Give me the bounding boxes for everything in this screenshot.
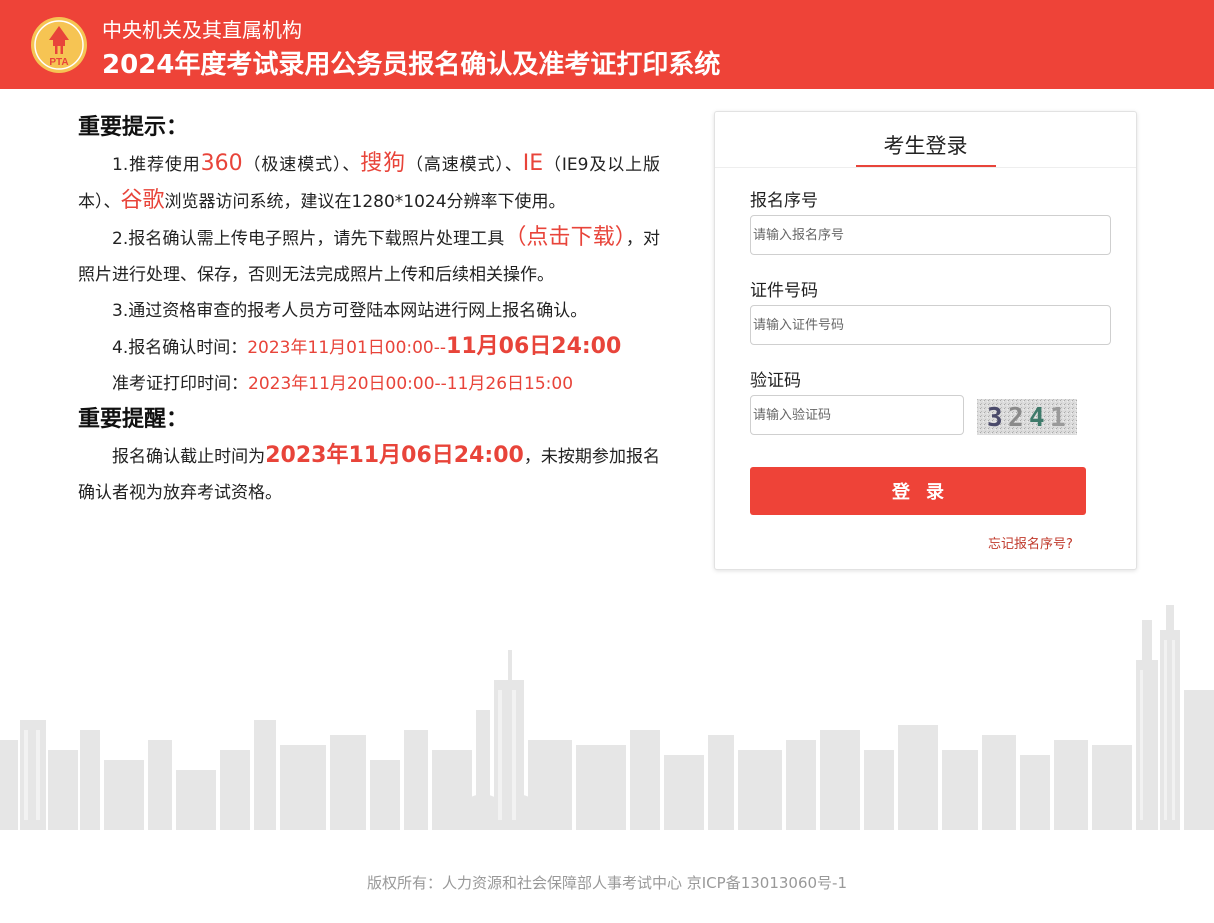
captcha-digit: 2 [1008,403,1024,433]
reg-number-label: 报名序号 [750,191,818,211]
notice-text: 浏览器访问系统，建议在1280*1024分辨率下使用。 [164,192,566,212]
notice-item-deadline: 报名确认截止时间为2023年11月06日24:00，未按期参加报名确认者视为放弃… [78,438,660,511]
svg-text:PTA: PTA [49,57,68,68]
confirm-time-start: 2023年11月01日00:00-- [247,338,447,358]
notice-item-photo: 2.报名确认需上传电子照片，请先下载照片处理工具（点击下载），对照片进行处理、保… [78,220,660,293]
notice-text: 准考证打印时间： [112,374,248,394]
notice-text: 1.推荐使用 [112,155,201,175]
pta-logo-icon: PTA [31,17,87,73]
notice-item-qualification: 3.通过资格审查的报考人员方可登陆本网站进行网上报名确认。 [112,301,588,321]
title-divider [715,167,1136,168]
notice-item-print-time: 准考证打印时间：2023年11月20日00:00--11月26日15:00 [78,366,660,402]
notice-text: （高速模式）、 [406,155,523,175]
id-number-input[interactable] [750,305,1111,345]
city-skyline-illustration [0,605,1214,830]
browser-ie: IE [522,151,544,176]
notice-heading-tips: 重要提示： [78,115,189,140]
deadline-time: 2023年11月06日24:00 [265,443,524,468]
captcha-digit: 4 [1029,403,1045,433]
captcha-digit: 1 [1050,403,1066,433]
notice-text: 2.报名确认需上传电子照片，请先下载照片处理工具 [112,229,505,249]
login-title: 考生登录 [883,134,968,158]
notice-heading-reminder: 重要提醒： [78,407,189,432]
download-tool-link[interactable]: （点击下载） [504,225,626,250]
title-underline [856,165,996,167]
confirm-time-end: 11月06日24:00 [446,334,622,359]
notice-text: （极速模式）、 [242,155,361,175]
captcha-digit: 3 [987,403,1003,433]
header-system-title: 2024年度考试录用公务员报名确认及准考证打印系统 [102,50,721,80]
notice-item-confirm-time: 4.报名确认时间：2023年11月01日00:00--11月06日24:00 [78,329,660,366]
print-time-range: 2023年11月20日00:00--11月26日15:00 [248,374,574,394]
login-panel: 考生登录 报名序号 证件号码 验证码 3 2 4 1 登录 忘记报名序号? [714,111,1137,570]
id-number-label: 证件号码 [750,281,818,301]
forgot-reg-number-link[interactable]: 忘记报名序号? [988,533,1073,552]
captcha-image[interactable]: 3 2 4 1 [977,399,1077,435]
reg-number-input[interactable] [750,215,1111,255]
login-button[interactable]: 登录 [750,467,1086,515]
header-org-name: 中央机关及其直属机构 [102,18,302,42]
captcha-input[interactable] [750,395,964,435]
captcha-label: 验证码 [750,371,801,391]
notice-text: 4.报名确认时间： [112,338,248,358]
notice-panel: 重要提示： 1.推荐使用360（极速模式）、搜狗（高速模式）、IE（IE9及以上… [78,110,660,511]
footer-copyright: 版权所有：人力资源和社会保障部人事考试中心 京ICP备13013060号-1 [366,874,848,892]
browser-chrome: 谷歌 [120,188,165,213]
browser-360: 360 [200,151,243,176]
header-bar: PTA 中央机关及其直属机构 2024年度考试录用公务员报名确认及准考证打印系统 [0,0,1214,89]
browser-sogou: 搜狗 [360,151,407,176]
notice-text: 报名确认截止时间为 [112,447,266,467]
notice-item-browsers: 1.推荐使用360（极速模式）、搜狗（高速模式）、IE（IE9及以上版本）、谷歌… [78,146,660,220]
